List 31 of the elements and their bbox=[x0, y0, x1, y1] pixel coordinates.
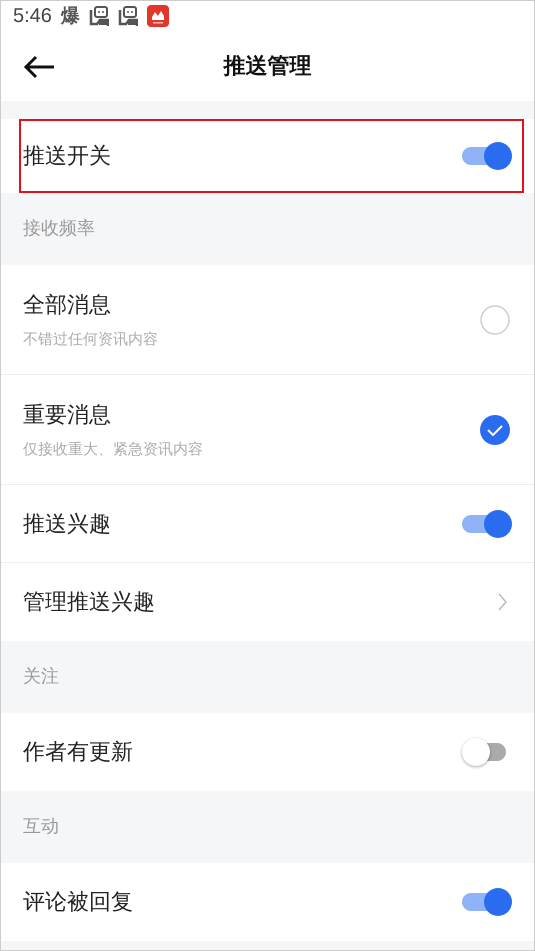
row-title: 管理推送兴趣 bbox=[23, 589, 156, 617]
chevron-right-icon bbox=[497, 592, 508, 612]
section-heading: 接收频率 bbox=[22, 217, 96, 241]
app-icon bbox=[146, 5, 169, 27]
toggle-switch[interactable] bbox=[462, 508, 512, 538]
page-title: 推送管理 bbox=[224, 53, 312, 81]
row-title: 重要消息 bbox=[23, 402, 112, 430]
settings-row[interactable]: 重要消息 仅接收重大、紧急资讯内容 bbox=[1, 375, 534, 485]
radio-button[interactable] bbox=[480, 304, 510, 334]
back-arrow-icon bbox=[23, 55, 57, 79]
settings-row[interactable]: 作者有更新 bbox=[1, 713, 534, 791]
settings-row[interactable]: 推送兴趣 bbox=[1, 485, 534, 563]
section-heading: 互动 bbox=[22, 815, 60, 839]
robot-icon bbox=[118, 6, 138, 26]
toggle-switch[interactable] bbox=[462, 887, 512, 917]
settings-row[interactable]: 评论被回复 bbox=[1, 863, 534, 941]
row-title: 作者有更新 bbox=[23, 739, 134, 767]
section-heading: 关注 bbox=[22, 665, 60, 689]
row-title: 推送开关 bbox=[23, 143, 112, 171]
row-subtitle: 不错过任何资讯内容 bbox=[23, 330, 159, 349]
row-subtitle: 仅接收重大、紧急资讯内容 bbox=[23, 440, 204, 459]
row-title: 评论被回复 bbox=[23, 889, 134, 917]
row-title: 推送兴趣 bbox=[23, 510, 112, 538]
row-title: 全部消息 bbox=[23, 292, 112, 320]
toggle-switch[interactable] bbox=[462, 141, 512, 171]
robot-icon bbox=[88, 6, 109, 26]
checked-radio[interactable] bbox=[480, 414, 510, 444]
status-time: 5:46 bbox=[13, 4, 52, 28]
settings-row[interactable]: 全部消息 不错过任何资讯内容 bbox=[1, 265, 534, 375]
notification-icon: 爆 bbox=[60, 3, 80, 29]
settings-row[interactable]: 管理推送兴趣 bbox=[1, 563, 534, 641]
